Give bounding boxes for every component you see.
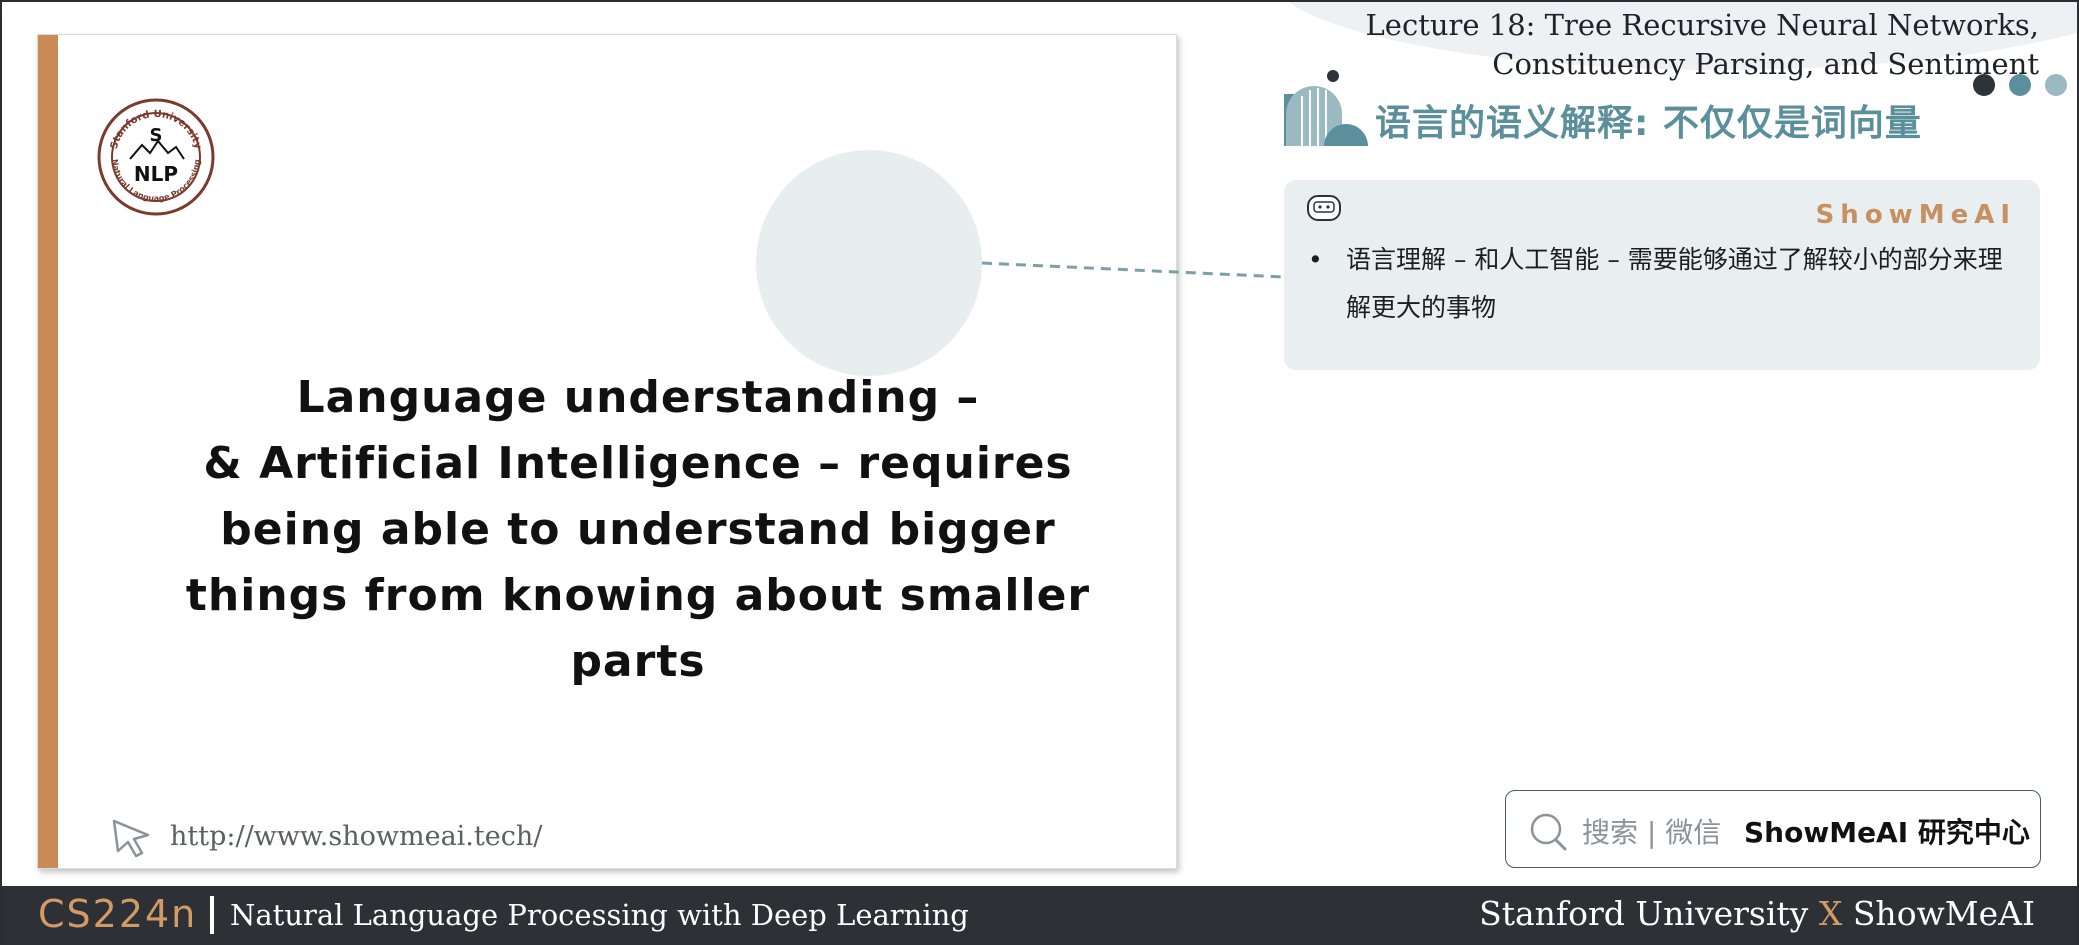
quote-line-2: & Artificial Intelligence – requires bbox=[203, 438, 1073, 489]
credit-stanford: Stanford University bbox=[1479, 894, 1809, 933]
note-text: 语言理解 – 和人工智能 – 需要能够通过了解较小的部分来理解更大的事物 bbox=[1346, 245, 2003, 322]
decorative-dots bbox=[1973, 74, 2067, 96]
showmeai-brand: ShowMeAI bbox=[1815, 200, 2016, 230]
slide-circle-decoration bbox=[756, 150, 982, 376]
cursor-pointer-icon bbox=[112, 819, 150, 858]
credit-x: X bbox=[1818, 894, 1843, 933]
search-label: 搜索 | 微信 bbox=[1582, 816, 1722, 849]
credit-showmeai: ShowMeAI bbox=[1852, 894, 2035, 933]
lecture-title: Lecture 18: Tree Recursive Neural Networ… bbox=[1366, 6, 2039, 84]
footer-bar: CS224n Natural Language Processing with … bbox=[0, 886, 2079, 945]
search-brand: ShowMeAI 研究中心 bbox=[1744, 816, 2030, 849]
course-name: Natural Language Processing with Deep Le… bbox=[230, 898, 969, 932]
note-box: ShowMeAI • 语言理解 – 和人工智能 – 需要能够通过了解较小的部分来… bbox=[1284, 180, 2040, 370]
section-arch-icon bbox=[1284, 86, 1368, 146]
footer-credit: Stanford University X ShowMeAI bbox=[1479, 894, 2035, 933]
dot-1 bbox=[1973, 74, 1995, 96]
dot-2 bbox=[2009, 74, 2031, 96]
footer-separator bbox=[210, 896, 214, 934]
small-dot-decoration bbox=[1327, 70, 1339, 82]
slide-panel: Stanford University Natural Language Pro… bbox=[37, 34, 1177, 869]
showmeai-url-link[interactable]: http://www.showmeai.tech/ bbox=[170, 821, 542, 852]
logo-nlp-letters: NLP bbox=[134, 162, 178, 186]
slide-accent-bar bbox=[38, 35, 58, 868]
bullet-marker: • bbox=[1308, 245, 1323, 274]
dot-3 bbox=[2045, 74, 2067, 96]
slide-quote: Language understanding – & Artificial In… bbox=[118, 365, 1158, 695]
quote-line-4: things from knowing about smaller bbox=[185, 570, 1091, 621]
course-code: CS224n bbox=[38, 892, 198, 936]
wechat-search-box[interactable]: 搜索 | 微信 ShowMeAI 研究中心 bbox=[1505, 790, 2041, 868]
quote-line-1: Language understanding – bbox=[296, 372, 980, 423]
search-icon bbox=[1530, 813, 1567, 851]
lecture-title-line-2: Constituency Parsing, and Sentiment bbox=[1492, 47, 2039, 81]
section-title: 语言的语义解释: 不仅仅是词向量 bbox=[1375, 103, 1922, 144]
quote-line-3: being able to understand bigger bbox=[220, 504, 1056, 555]
quote-line-5: parts bbox=[570, 636, 706, 687]
robot-icon bbox=[1307, 195, 1341, 221]
stanford-nlp-logo: Stanford University Natural Language Pro… bbox=[97, 98, 215, 216]
lecture-title-line-1: Lecture 18: Tree Recursive Neural Networ… bbox=[1365, 8, 2039, 42]
